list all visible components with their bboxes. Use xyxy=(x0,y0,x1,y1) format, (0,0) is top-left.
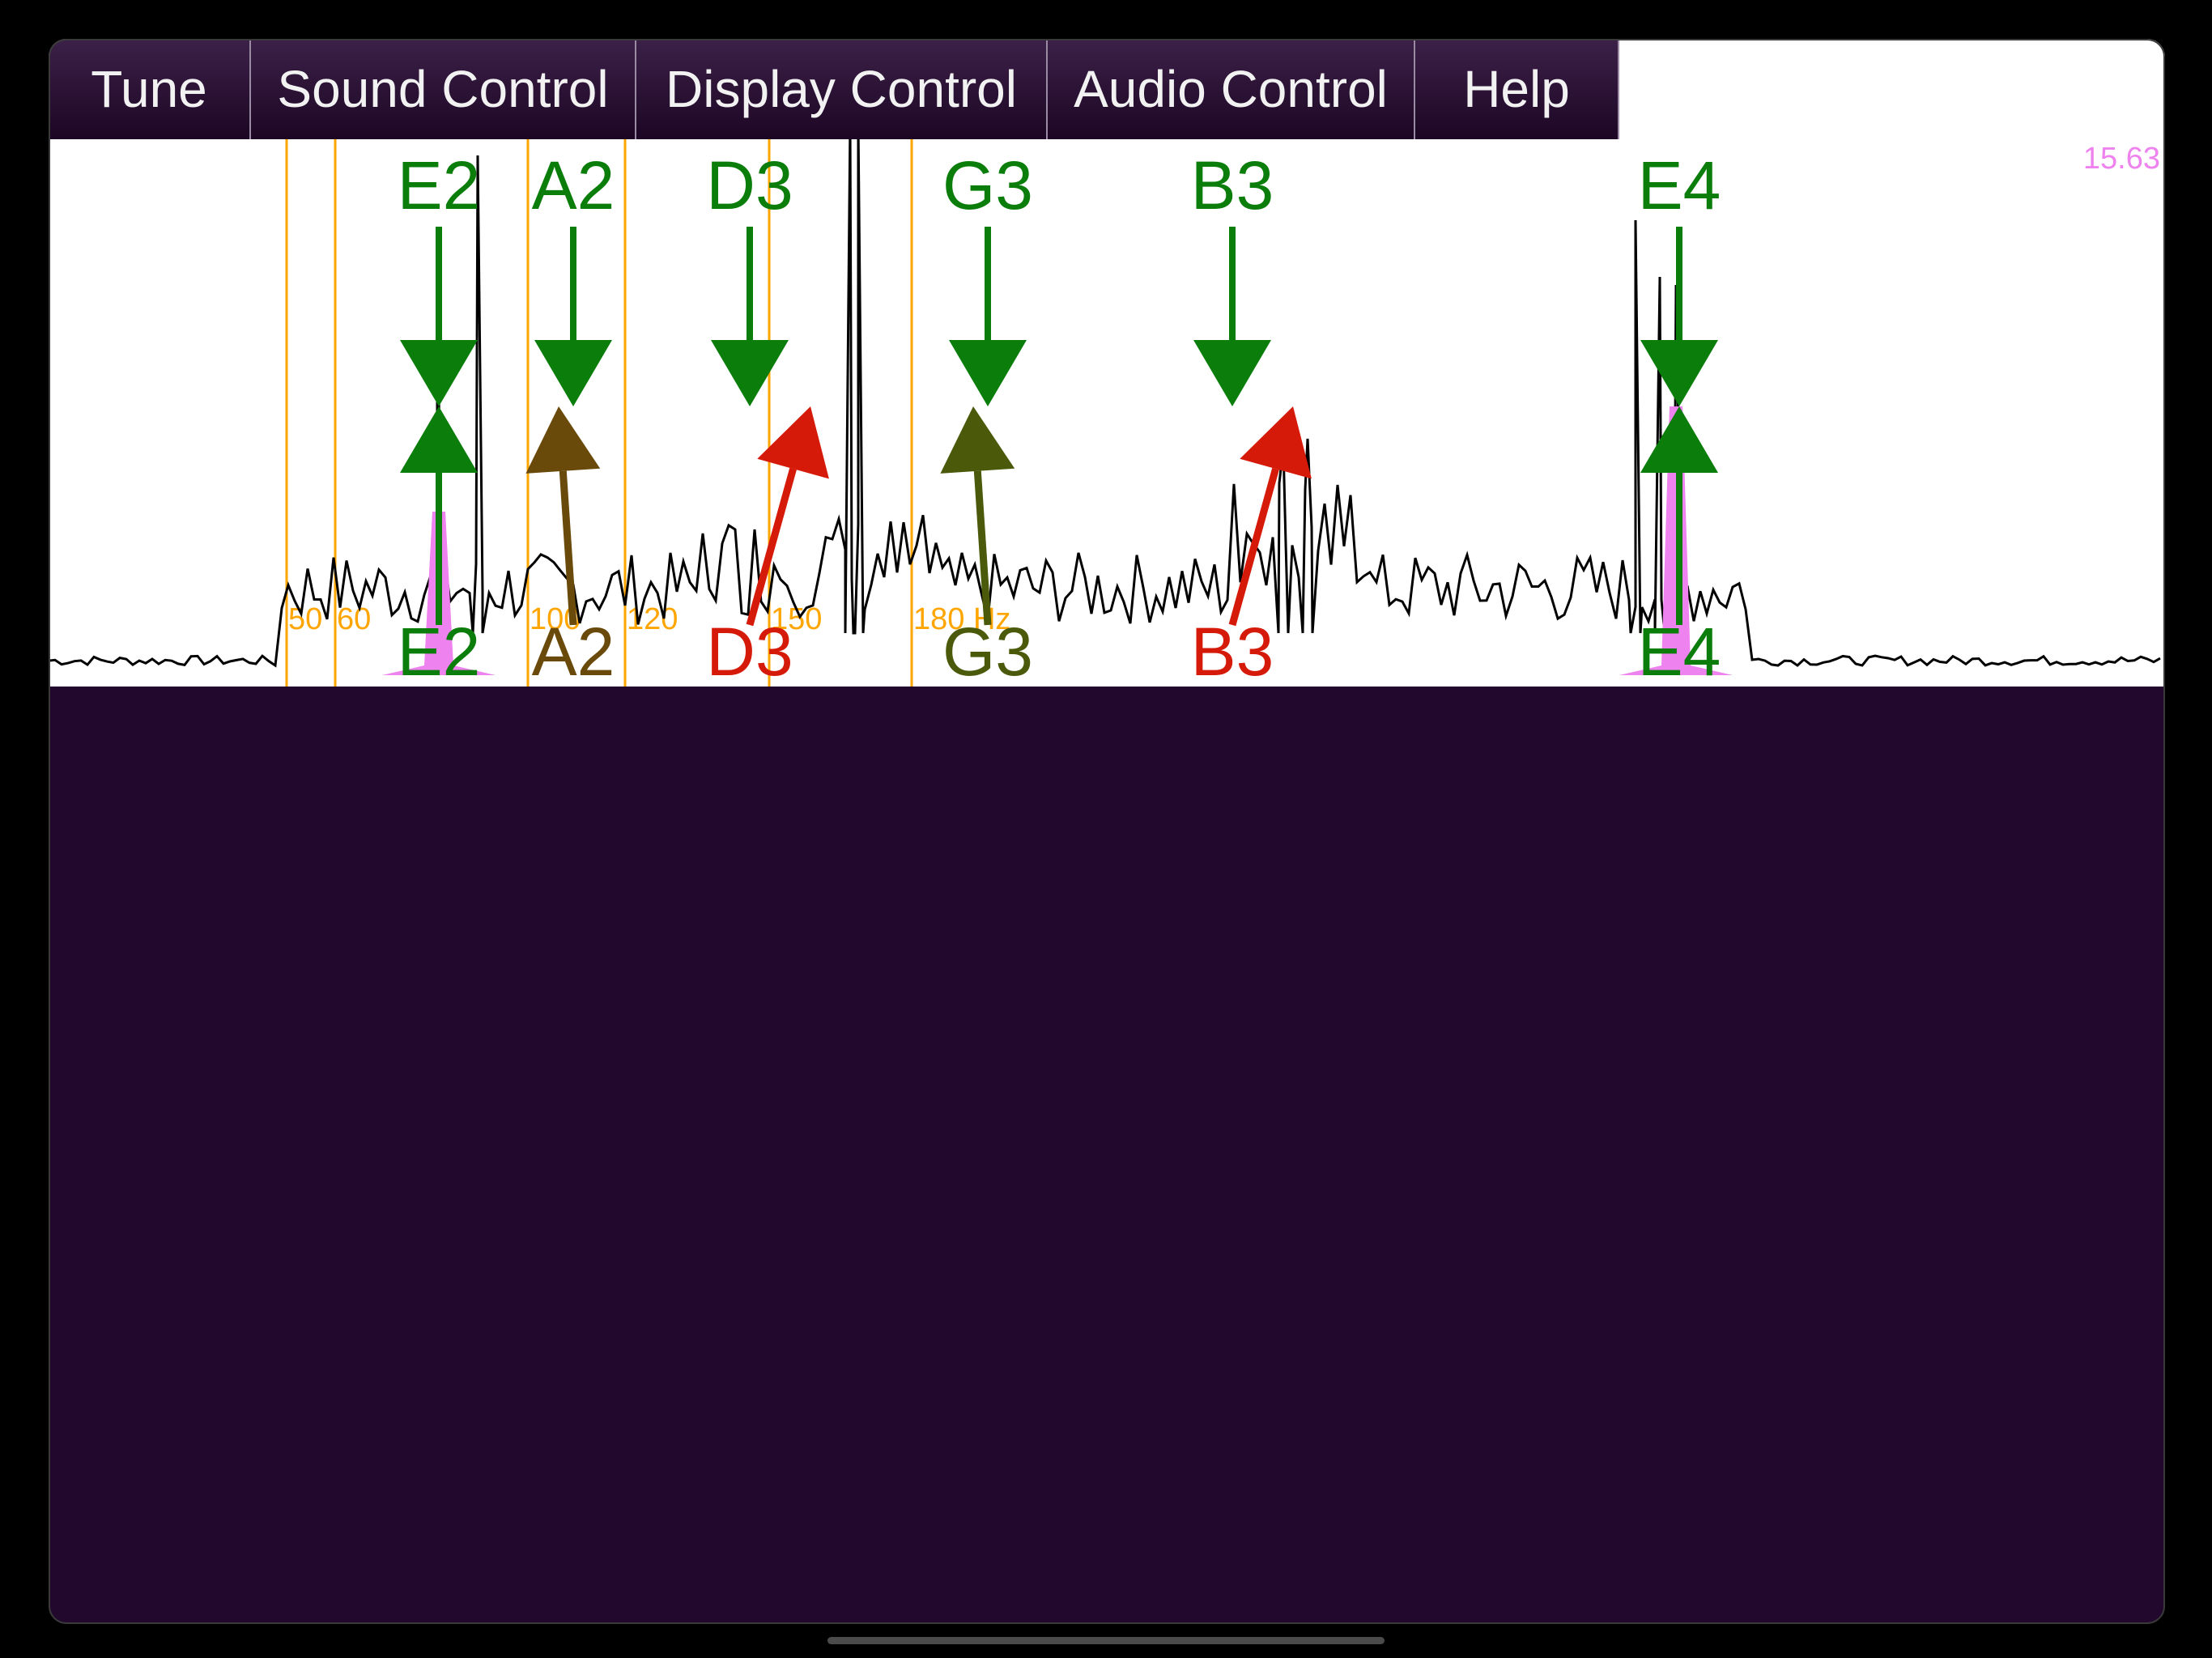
string-target-label: E4 xyxy=(1638,147,1721,223)
string-target-label: G3 xyxy=(942,147,1033,223)
string-status-label: A2 xyxy=(532,614,615,687)
pitch-arrow-head xyxy=(400,406,478,473)
app-screen: Tune Sound Control Display Control Audio… xyxy=(49,39,2165,1624)
home-indicator[interactable] xyxy=(827,1637,1385,1644)
pitch-arrow-head xyxy=(1240,406,1312,479)
pitch-arrow-head xyxy=(525,406,601,474)
spectrum-view: 50 60 100 120 150 180 Hz E2E2A2A2D3D3G3G3B3B3… xyxy=(49,139,2161,687)
string-target-label: A2 xyxy=(532,147,615,223)
target-arrow-head xyxy=(949,340,1027,406)
menu-bar: Tune Sound Control Display Control Audio… xyxy=(49,39,2165,139)
freq-marker-label: 120 xyxy=(627,602,678,636)
pitch-arrow-head xyxy=(940,406,1015,474)
target-arrow-head xyxy=(400,340,478,406)
pitch-arrow-head xyxy=(1640,406,1718,473)
string-status-label: B3 xyxy=(1191,614,1274,687)
tab-sound-control[interactable]: Sound Control xyxy=(251,39,636,139)
tab-audio-control[interactable]: Audio Control xyxy=(1048,39,1415,139)
string-status-label: E4 xyxy=(1638,614,1721,687)
string-target-label: E2 xyxy=(398,147,481,223)
tuner-display: 50 60 100 120 150 180 Hz E2 E2 A2 A2 D3 D3 G3 G3 B3 B3… xyxy=(49,139,2165,687)
string-status-label: E2 xyxy=(398,614,481,687)
string-indicator-b3 xyxy=(1193,227,1312,627)
string-indicator-a2 xyxy=(525,227,612,626)
target-arrow-head xyxy=(1640,340,1718,406)
string-indicator-e2 xyxy=(400,227,478,625)
target-arrow-head xyxy=(1193,340,1271,406)
freq-marker-label: 60 xyxy=(337,602,371,636)
string-target-label: B3 xyxy=(1191,147,1274,223)
string-status-label: D3 xyxy=(706,614,793,687)
freq-marker-label: 50 xyxy=(288,602,322,636)
target-arrow-head xyxy=(534,340,612,406)
string-status-label: G3 xyxy=(942,614,1033,687)
string-indicator-e4 xyxy=(1640,227,1718,625)
spectrum-trace xyxy=(49,139,2161,668)
tab-help[interactable]: Help xyxy=(1415,39,1619,139)
string-target-label: D3 xyxy=(706,147,793,223)
level-readout: 15.63 xyxy=(2083,142,2160,176)
tab-tune[interactable]: Tune xyxy=(49,39,251,139)
string-indicator-g3 xyxy=(940,227,1027,626)
tab-display-control[interactable]: Display Control xyxy=(636,39,1048,139)
target-arrow-head xyxy=(711,340,789,406)
